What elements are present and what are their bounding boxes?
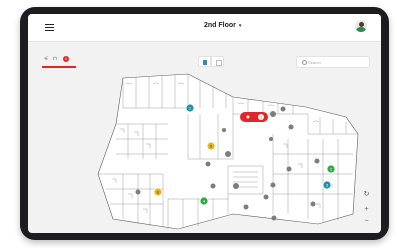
chevron-down-icon: ▾ xyxy=(238,23,242,29)
app-screen: 1 2 3 4 5 6 1 2nd Floor ▾ ⚟ ⊓ 1 Search ↻… xyxy=(28,14,381,233)
alert-dot-icon xyxy=(246,115,250,119)
filter-badge[interactable]: 1 xyxy=(63,56,69,62)
map-icon xyxy=(203,59,207,65)
grid-icon xyxy=(216,60,222,66)
map-pin-2[interactable]: 2 xyxy=(326,164,336,174)
search-input[interactable] xyxy=(308,58,366,67)
floor-plan-map[interactable]: 1 2 3 4 5 6 1 xyxy=(28,14,381,233)
zoom-out-button[interactable]: − xyxy=(361,217,372,227)
reset-view-button[interactable]: ↻ xyxy=(361,190,372,200)
map-pin-4[interactable]: 4 xyxy=(199,196,209,206)
tablet-frame: 1 2 3 4 5 6 1 2nd Floor ▾ ⚟ ⊓ 1 Search ↻… xyxy=(20,7,389,240)
avatar[interactable] xyxy=(355,20,367,32)
map-pin-3[interactable]: 3 xyxy=(322,180,332,190)
zoom-in-button[interactable]: + xyxy=(361,205,372,215)
map-view-button[interactable] xyxy=(198,56,211,67)
map-pin-6[interactable]: 6 xyxy=(153,187,163,197)
search-icon xyxy=(302,60,307,65)
map-pin-1[interactable]: 1 xyxy=(185,103,195,113)
badge-icon[interactable]: ⊓ xyxy=(53,56,57,62)
top-bar: 2nd Floor ▾ xyxy=(28,14,381,42)
floor-selector[interactable]: 2nd Floor ▾ xyxy=(204,22,241,29)
view-toggle xyxy=(198,56,228,67)
menu-icon[interactable] xyxy=(45,24,54,32)
search-box xyxy=(296,56,370,68)
sliders-icon[interactable]: ⚟ xyxy=(44,56,48,62)
map-pin-5[interactable]: 5 xyxy=(206,141,216,151)
alert-pin[interactable]: 1 xyxy=(240,112,268,122)
floor-title: 2nd Floor xyxy=(204,22,236,29)
active-tab-indicator xyxy=(42,66,76,68)
filter-tabs: ⚟ ⊓ 1 xyxy=(42,54,76,68)
grid-view-button[interactable] xyxy=(211,56,224,67)
